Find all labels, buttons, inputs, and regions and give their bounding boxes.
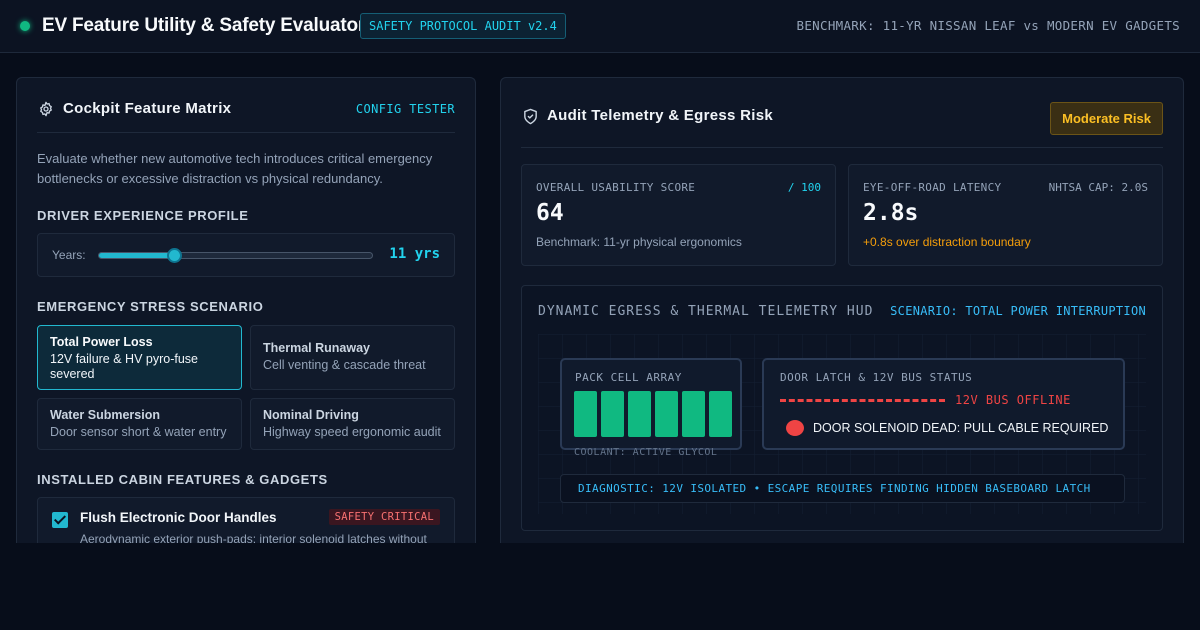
slider-fill xyxy=(99,253,175,258)
features-label: INSTALLED CABIN FEATURES & GADGETS xyxy=(37,472,328,487)
telemetry-hud: DYNAMIC EGRESS & THERMAL TELEMETRY HUD S… xyxy=(521,285,1163,531)
door-label: DOOR LATCH & 12V BUS STATUS xyxy=(780,371,973,384)
panel-title: Audit Telemetry & Egress Risk xyxy=(547,107,773,124)
panel-title: Cockpit Feature Matrix xyxy=(63,100,232,117)
battery-cell xyxy=(709,391,732,437)
version-badge: SAFETY PROTOCOL AUDIT v2.4 xyxy=(360,13,566,39)
scenario-desc: Highway speed ergonomic audit xyxy=(263,425,441,439)
benchmark-label: BENCHMARK: 11-YR NISSAN LEAF vs MODERN E… xyxy=(796,18,1180,33)
experience-slider-box: Years: 11 yrs xyxy=(37,233,455,277)
scenario-title: Nominal Driving xyxy=(263,408,359,422)
app-title: EV Feature Utility & Safety Evaluator xyxy=(42,15,366,36)
slider-label: Years: xyxy=(52,248,86,262)
feature-card-door-handles: Flush Electronic Door Handles SAFETY CRI… xyxy=(37,497,455,543)
feature-name: Flush Electronic Door Handles xyxy=(80,510,277,525)
gear-icon xyxy=(40,101,52,117)
scenario-title: Thermal Runaway xyxy=(263,341,370,355)
risk-level-badge: Moderate Risk xyxy=(1050,102,1163,135)
status-indicator xyxy=(20,21,30,31)
divider xyxy=(37,132,455,133)
scenario-thermal-runaway[interactable]: Thermal Runaway Cell venting & cascade t… xyxy=(250,325,455,390)
scenario-title: Water Submersion xyxy=(50,408,160,422)
pack-cell-array: PACK CELL ARRAY xyxy=(560,358,742,450)
hud-title: DYNAMIC EGRESS & THERMAL TELEMETRY HUD xyxy=(538,304,874,319)
stat-footnote: Benchmark: 11-yr physical ergonomics xyxy=(536,235,742,249)
battery-cell xyxy=(574,391,597,437)
top-bar: EV Feature Utility & Safety Evaluator SA… xyxy=(0,0,1200,53)
battery-cell xyxy=(682,391,705,437)
battery-cell xyxy=(628,391,651,437)
scenario-label: EMERGENCY STRESS SCENARIO xyxy=(37,299,264,314)
scenario-nominal-driving[interactable]: Nominal Driving Highway speed ergonomic … xyxy=(250,398,455,450)
scenario-total-power-loss[interactable]: Total Power Loss 12V failure & HV pyro-f… xyxy=(37,325,242,390)
panel-description: Evaluate whether new automotive tech int… xyxy=(37,151,433,186)
stat-label: EYE-OFF-ROAD LATENCY xyxy=(863,181,1002,194)
years-value: 11 yrs xyxy=(389,246,440,262)
diagnostic-bar: DIAGNOSTIC: 12V ISOLATED • ESCAPE REQUIR… xyxy=(560,474,1125,503)
latency-card: EYE-OFF-ROAD LATENCY NHTSA CAP: 2.0S 2.8… xyxy=(848,164,1163,266)
usability-score-card: OVERALL USABILITY SCORE / 100 64 Benchma… xyxy=(521,164,836,266)
hud-scenario: SCENARIO: TOTAL POWER INTERRUPTION xyxy=(890,304,1146,318)
nhtsa-cap: NHTSA CAP: 2.0S xyxy=(1048,181,1148,194)
feature-checkbox[interactable] xyxy=(52,512,68,528)
pack-label: PACK CELL ARRAY xyxy=(575,371,682,384)
scenario-title: Total Power Loss xyxy=(50,335,153,349)
door-latch-status: DOOR LATCH & 12V BUS STATUS 12V BUS OFFL… xyxy=(762,358,1125,450)
battery-cell xyxy=(655,391,678,437)
slider-handle[interactable] xyxy=(167,248,183,263)
solenoid-alert-indicator xyxy=(786,420,804,436)
safety-critical-badge: SAFETY CRITICAL xyxy=(328,509,440,525)
usability-score-value: 64 xyxy=(536,200,564,226)
scenario-desc: 12V failure & HV pyro-fuse severed xyxy=(50,352,198,381)
bus-status: 12V BUS OFFLINE xyxy=(955,393,1071,407)
years-slider[interactable] xyxy=(98,248,373,263)
cockpit-feature-panel: Cockpit Feature Matrix CONFIG TESTER Eva… xyxy=(16,77,476,543)
scenario-water-submersion[interactable]: Water Submersion Door sensor short & wat… xyxy=(37,398,242,450)
driver-profile-label: DRIVER EXPERIENCE PROFILE xyxy=(37,208,249,223)
shield-check-icon xyxy=(524,108,537,125)
bus-line xyxy=(780,399,945,402)
coolant-status: COOLANT: ACTIVE GLYCOL xyxy=(574,447,718,458)
audit-telemetry-panel: Audit Telemetry & Egress Risk Moderate R… xyxy=(500,77,1184,543)
score-max: / 100 xyxy=(787,181,821,194)
config-tester-link[interactable]: CONFIG TESTER xyxy=(356,102,455,116)
solenoid-status: DOOR SOLENOID DEAD: PULL CABLE REQUIRED xyxy=(813,421,1109,435)
latency-warning: +0.8s over distraction boundary xyxy=(863,235,1031,249)
scenario-desc: Cell venting & cascade threat xyxy=(263,358,426,372)
divider xyxy=(521,147,1163,148)
feature-description: Aerodynamic exterior push-pads; interior… xyxy=(80,532,427,543)
scenario-desc: Door sensor short & water entry xyxy=(50,425,227,439)
stat-label: OVERALL USABILITY SCORE xyxy=(536,181,696,194)
battery-cell xyxy=(601,391,624,437)
latency-value: 2.8s xyxy=(863,200,919,226)
